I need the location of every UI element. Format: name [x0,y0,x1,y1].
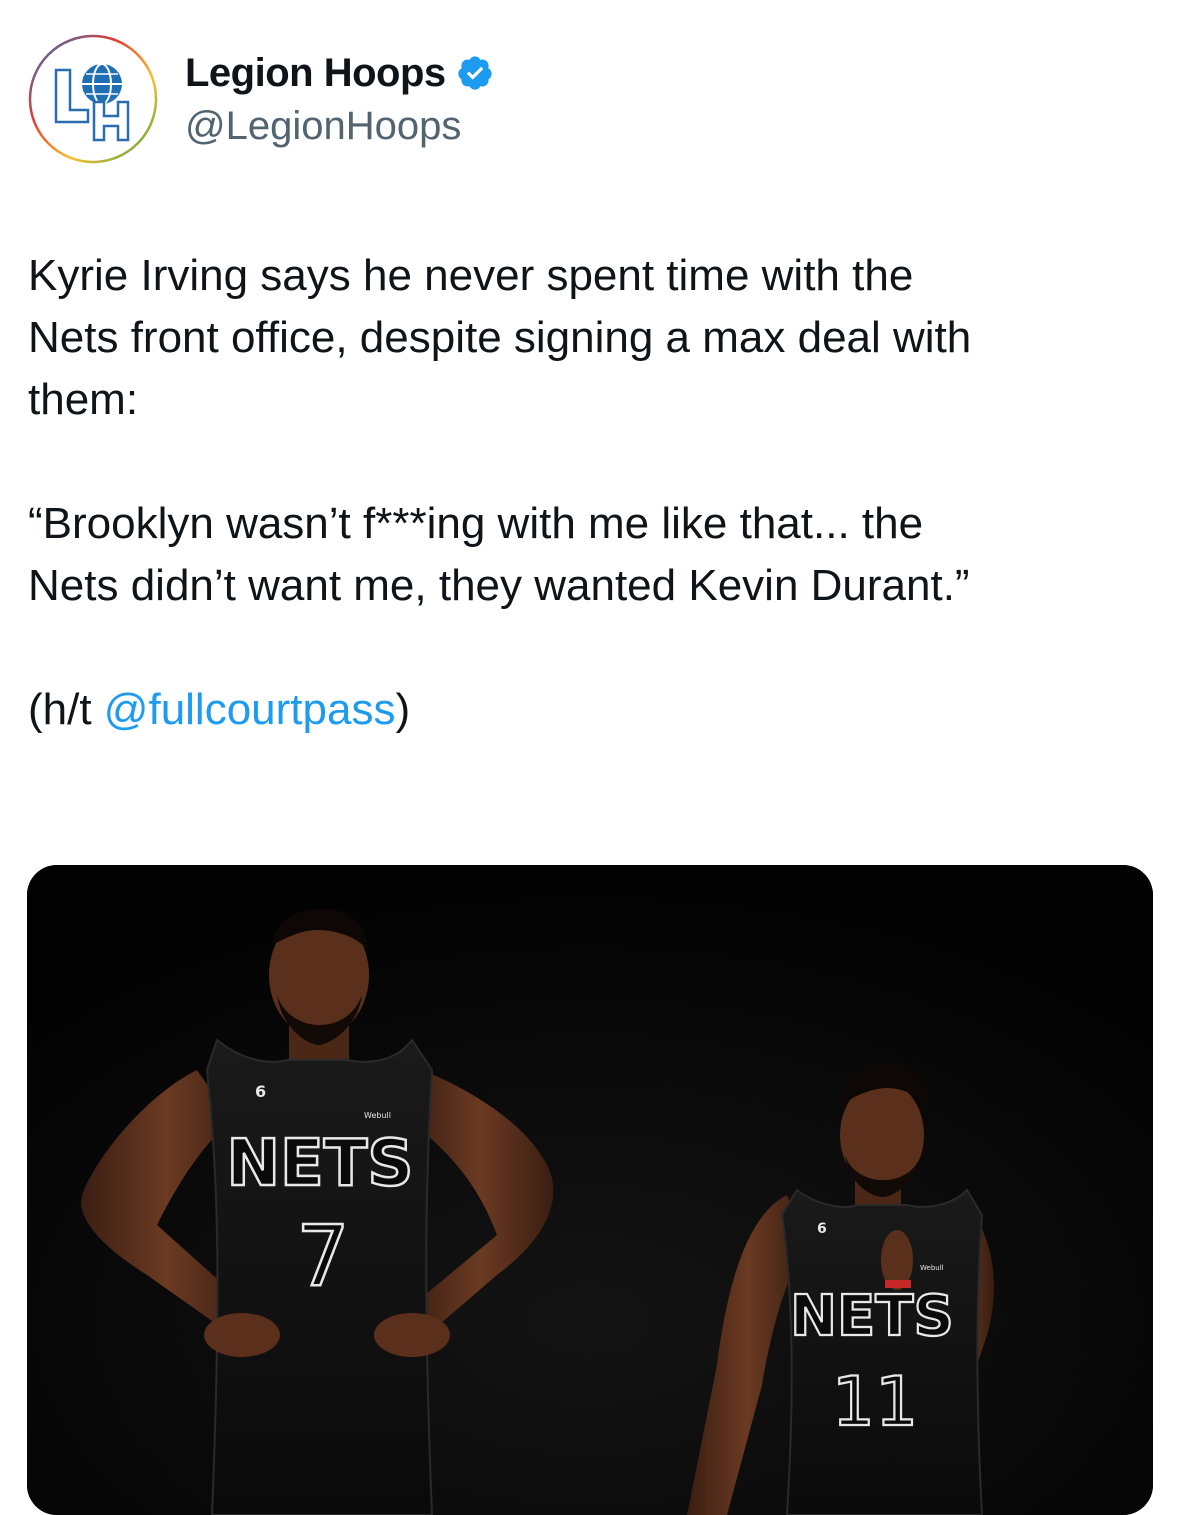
jersey-team-text: NETS [790,1284,954,1349]
quote-line: Nets didn’t want me, they wanted Kevin D… [28,561,970,610]
legion-hoops-logo-icon [27,33,159,165]
author-handle[interactable]: @LegionHoops [185,104,461,149]
players-photo-illustration: NETS 7 6 Webull NETS 11 6 Webull [27,865,1153,1515]
tweet-text-line: Nets front office, despite signing a max… [28,313,972,362]
jersey-sponsor-text: Webull [920,1264,944,1272]
jersey-sponsor-text: Webull [364,1111,391,1120]
hat-tip-line: (h/t @fullcourtpass) [28,679,1153,741]
jersey-patch-text: 6 [255,1082,266,1101]
display-name[interactable]: Legion Hoops [185,51,446,96]
hat-tip-suffix: ) [395,685,411,734]
tweet-text: Kyrie Irving says he never spent time wi… [28,245,1153,741]
avatar[interactable] [26,32,160,166]
tweet-text-line: Kyrie Irving says he never spent time wi… [28,251,914,300]
jersey-number-text: 7 [296,1207,349,1305]
tweet-text-line: them: [28,375,139,424]
quote-line: “Brooklyn wasn’t f***ing with me like th… [28,499,924,548]
mention-link[interactable]: @fullcourtpass [104,685,396,734]
verified-badge-icon[interactable] [456,54,494,92]
jersey-number-text: 11 [832,1363,919,1442]
hat-tip-prefix: (h/t [28,685,104,734]
author-name-row: Legion Hoops [185,46,494,100]
tweet-photo[interactable]: NETS 7 6 Webull NETS 11 6 Webull [27,865,1153,1515]
jersey-patch-text: 6 [817,1221,827,1237]
jersey-team-text: NETS [226,1127,413,1201]
